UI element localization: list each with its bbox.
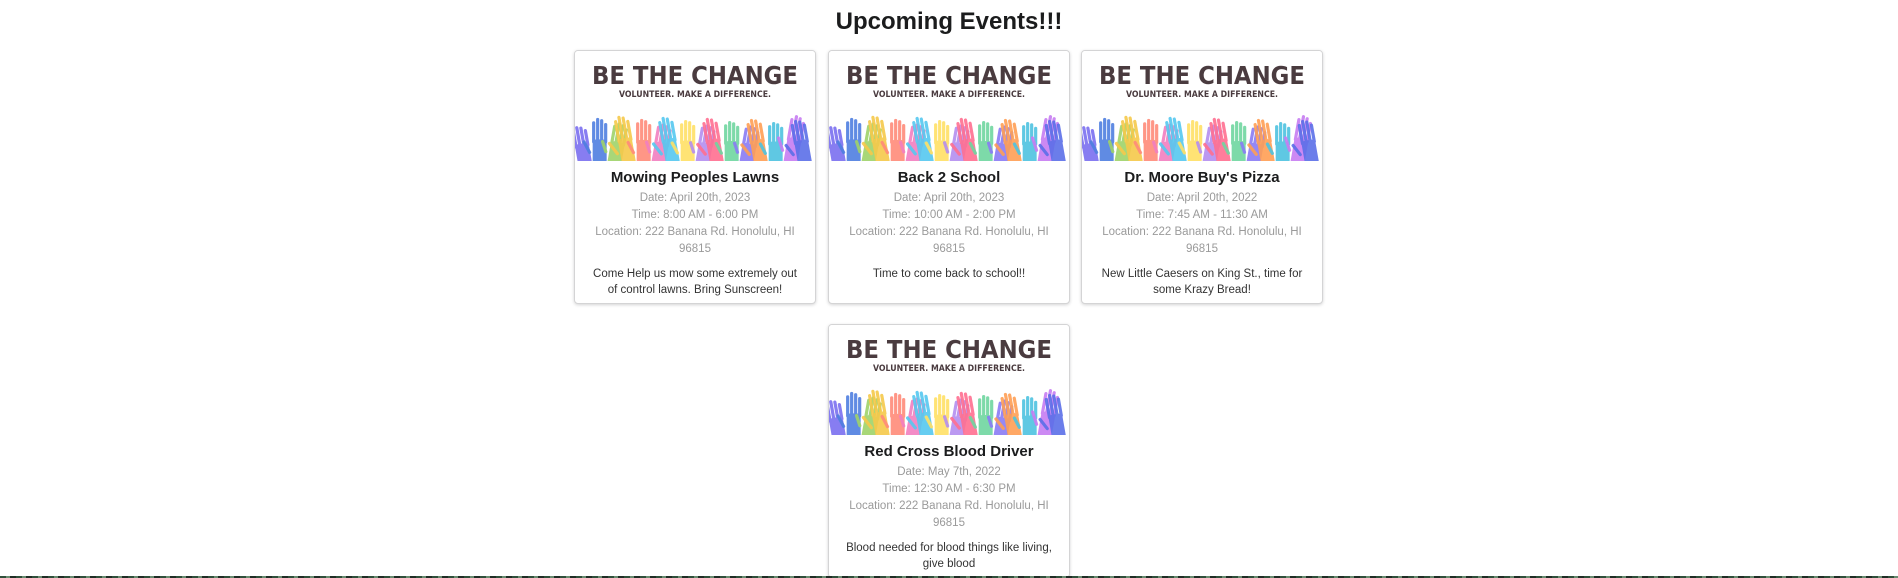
event-name: Mowing Peoples Lawns	[610, 169, 780, 186]
event-name: Dr. Moore Buy's Pizza	[1124, 169, 1280, 186]
event-card-body: Mowing Peoples Lawns Date: April 20th, 20…	[575, 161, 815, 298]
be-the-change-banner: BE THE CHANGEVOLUNTEER. MAKE A DIFFERENC…	[829, 51, 1069, 161]
banner-headline: BE THE CHANGE	[592, 61, 798, 90]
event-name: Red Cross Blood Driver	[864, 443, 1034, 460]
raised-hands-illustration	[1082, 115, 1320, 161]
event-location: Location: 222 Banana Rd. Honolulu, HI 96…	[849, 226, 1049, 255]
banner-tagline: VOLUNTEER. MAKE A DIFFERENCE.	[1126, 90, 1278, 100]
event-card[interactable]: BE THE CHANGE VOLUNTEER. MAKE A DIFFERENC…	[828, 50, 1070, 304]
event-description: Time to come back to school!!	[872, 268, 1026, 280]
event-date: Date: April 20th, 2022	[1146, 192, 1258, 204]
event-name: Back 2 School	[897, 169, 1001, 186]
event-card[interactable]: BE THE CHANGE VOLUNTEER. MAKE A DIFFERENC…	[1081, 50, 1323, 304]
event-date: Date: April 20th, 2023	[893, 192, 1005, 204]
event-card-body: Dr. Moore Buy's Pizza Date: April 20th, 2…	[1082, 161, 1322, 298]
event-card-body: Back 2 School Date: April 20th, 2023 Time:…	[829, 161, 1069, 282]
banner-tagline: VOLUNTEER. MAKE A DIFFERENCE.	[873, 364, 1025, 374]
banner-headline: BE THE CHANGE	[1099, 61, 1305, 90]
event-date: Date: May 7th, 2022	[897, 466, 1001, 478]
event-date: Date: April 20th, 2023	[639, 192, 751, 204]
event-description: Come Help us mow some extremely out of c…	[593, 268, 797, 296]
raised-hands-illustration	[575, 115, 813, 161]
event-description: New Little Caesers on King St., time for…	[1101, 268, 1303, 296]
be-the-change-banner: BE THE CHANGEVOLUNTEER. MAKE A DIFFERENC…	[575, 51, 815, 161]
event-description: Blood needed for blood things like livin…	[846, 542, 1052, 570]
banner-headline: BE THE CHANGE	[846, 61, 1052, 90]
event-time: Time: 12:30 AM - 6:30 PM	[882, 483, 1016, 495]
event-location: Location: 222 Banana Rd. Honolulu, HI 96…	[595, 226, 795, 255]
page-title: Upcoming Events!!!	[835, 8, 1063, 35]
banner-tagline: VOLUNTEER. MAKE A DIFFERENCE.	[619, 90, 771, 100]
event-card[interactable]: BE THE CHANGE VOLUNTEER. MAKE A DIFFERENC…	[574, 50, 816, 304]
event-location: Location: 222 Banana Rd. Honolulu, HI 96…	[1102, 226, 1302, 255]
raised-hands-illustration	[829, 115, 1067, 161]
event-card[interactable]: BE THE CHANGE VOLUNTEER. MAKE A DIFFERENC…	[828, 324, 1070, 578]
raised-hands-illustration	[829, 389, 1067, 435]
banner-tagline: VOLUNTEER. MAKE A DIFFERENCE.	[873, 90, 1025, 100]
event-time: Time: 7:45 AM - 11:30 AM	[1136, 209, 1268, 221]
event-location: Location: 222 Banana Rd. Honolulu, HI 96…	[849, 500, 1049, 529]
event-time: Time: 8:00 AM - 6:00 PM	[631, 209, 759, 221]
event-card-body: Red Cross Blood Driver Date: May 7th, 202…	[829, 435, 1069, 572]
be-the-change-banner: BE THE CHANGEVOLUNTEER. MAKE A DIFFERENC…	[829, 325, 1069, 435]
be-the-change-banner: BE THE CHANGEVOLUNTEER. MAKE A DIFFERENC…	[1082, 51, 1322, 161]
banner-headline: BE THE CHANGE	[846, 335, 1052, 364]
event-time: Time: 10:00 AM - 2:00 PM	[882, 209, 1016, 221]
